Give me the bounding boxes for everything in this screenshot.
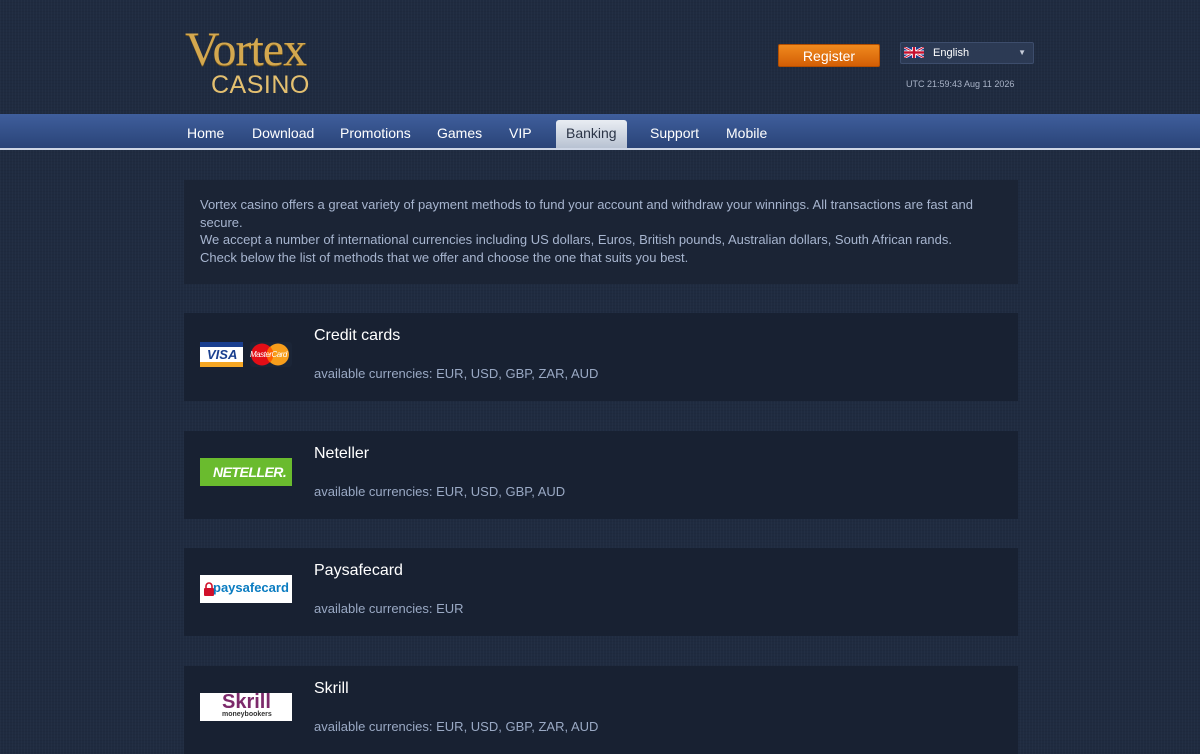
uk-flag-icon [904, 47, 924, 58]
logo-text-casino: CASINO [211, 71, 310, 99]
paysafecard-logo: paysafecard [200, 575, 292, 603]
language-label: English [933, 47, 970, 59]
register-button[interactable]: Register [778, 44, 880, 67]
chevron-down-icon: ▼ [1018, 48, 1026, 57]
visa-logo-text: VISA [207, 347, 238, 362]
credit-cards-logo: VISA MasterCard [200, 342, 292, 370]
casino-logo[interactable]: Vortex CASINO [185, 23, 335, 99]
skrill-logo: Skrill moneybookers [200, 691, 292, 721]
method-currencies: available currencies: EUR [314, 601, 464, 616]
header: Vortex CASINO Register English ▼ UTC 21:… [0, 0, 1200, 114]
payment-method-skrill[interactable]: Skrill moneybookers Skrill available cur… [184, 666, 1018, 754]
logo-text-vortex: Vortex [185, 23, 307, 76]
intro-text-1: Vortex casino offers a great variety of … [200, 197, 973, 230]
nav-item-promotions[interactable]: Promotions [330, 120, 421, 148]
payment-method-credit-cards[interactable]: VISA MasterCard Credit cards available c… [184, 313, 1018, 401]
method-title: Neteller [314, 445, 370, 462]
moneybookers-logo-text: moneybookers [222, 711, 272, 718]
method-title: Credit cards [314, 327, 401, 344]
intro-text-2: We accept a number of international curr… [200, 232, 952, 247]
neteller-logo: NETELLER. [200, 458, 292, 486]
banking-intro: Vortex casino offers a great variety of … [184, 180, 1018, 284]
method-title: Skrill [314, 680, 349, 697]
intro-text-3: Check below the list of methods that we … [200, 249, 689, 265]
method-title: Paysafecard [314, 562, 403, 579]
nav-item-home[interactable]: Home [177, 120, 234, 148]
paysafecard-logo-text: paysafecard [213, 580, 289, 595]
nav-item-games[interactable]: Games [427, 120, 492, 148]
nav-item-mobile[interactable]: Mobile [716, 120, 777, 148]
payment-method-paysafecard[interactable]: paysafecard Paysafecard available curren… [184, 548, 1018, 636]
nav-item-support[interactable]: Support [640, 120, 709, 148]
payment-method-neteller[interactable]: NETELLER. Neteller available currencies:… [184, 431, 1018, 519]
method-currencies: available currencies: EUR, USD, GBP, AUD [314, 484, 566, 499]
utc-clock: UTC 21:59:43 Aug 11 2026 [906, 79, 1015, 89]
nav-item-banking[interactable]: Banking [556, 120, 627, 148]
nav-item-download[interactable]: Download [242, 120, 324, 148]
neteller-logo-text: NETELLER. [213, 464, 287, 480]
method-currencies: available currencies: EUR, USD, GBP, ZAR… [314, 719, 599, 734]
main-nav: Home Download Promotions Games VIP Banki… [0, 114, 1200, 150]
nav-item-vip[interactable]: VIP [499, 120, 542, 148]
method-currencies: available currencies: EUR, USD, GBP, ZAR… [314, 366, 599, 381]
mastercard-logo-text: MasterCard [250, 350, 287, 359]
language-select[interactable]: English ▼ [900, 42, 1034, 64]
